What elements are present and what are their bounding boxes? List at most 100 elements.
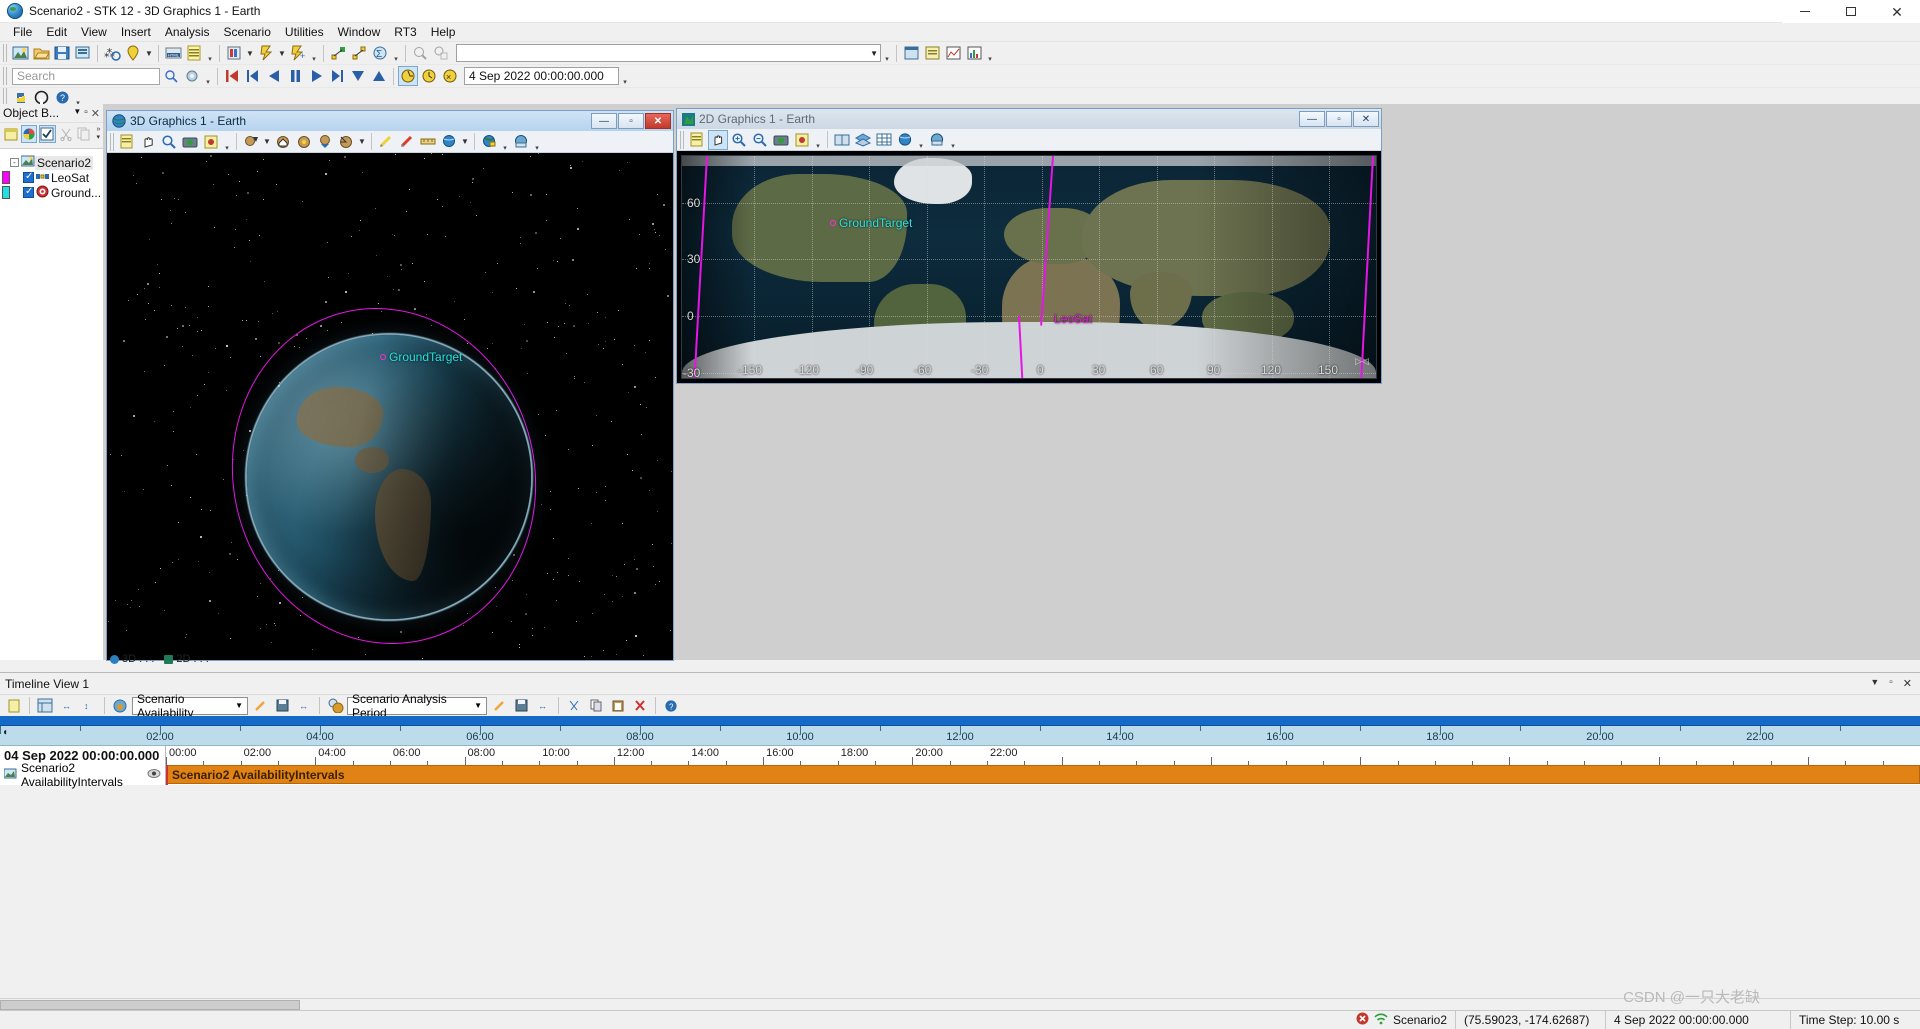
reset-view-icon[interactable] [336,132,356,152]
snapshot-icon[interactable] [180,132,200,152]
layers-icon[interactable] [853,130,873,150]
tree-item-groundtarget[interactable]: Ground... [0,185,103,200]
pen-yellow-icon[interactable] [376,132,396,152]
edit-pencil-icon[interactable] [250,696,270,716]
reset-icon[interactable] [222,66,242,86]
analysis-period-icon[interactable] [325,696,345,716]
record-icon[interactable] [201,132,221,152]
fit-icon[interactable]: ↔ [57,696,77,716]
zoom-out-icon[interactable] [750,130,770,150]
insert-object-icon[interactable]: ⁂ [102,43,122,63]
eye-icon[interactable] [147,768,161,782]
search-icon[interactable] [161,66,181,86]
groundtarget-marker-2d[interactable]: GroundTarget [830,216,912,230]
save-icon[interactable] [52,43,72,63]
measure-icon[interactable] [418,132,438,152]
globe-icon[interactable] [895,130,915,150]
toolbar-overflow-icon[interactable]: ▾ [309,43,319,63]
pan-icon[interactable] [708,129,728,150]
zoom-in-icon[interactable] [729,130,749,150]
tab-2d-graphics[interactable]: 2D . . . [164,653,209,665]
insert-place-icon[interactable] [123,43,143,63]
toolbar-grip[interactable] [680,130,686,149]
window-2d-close[interactable]: ✕ [1353,111,1379,127]
vector-yellow-icon[interactable] [349,43,369,63]
toolbar-overflow-icon[interactable]: ▾ [205,43,215,63]
down-view-icon[interactable] [315,132,335,152]
timeline-ruler-top[interactable]: ◖ 02:00 04:00 06:00 08:00 10:00 12:00 14:00 16:… [0,726,1920,746]
timeline-row-label-cell[interactable]: Scenario2 AvailabilityIntervals [0,761,166,789]
delete-icon[interactable] [630,696,650,716]
tree-item-scenario[interactable]: - Scenario2 [0,155,103,170]
timeline-start-handle-icon[interactable]: ◖ [2,727,8,738]
vector-green-icon[interactable] [328,43,348,63]
window-3d-title-bar[interactable]: 3D Graphics 1 - Earth — ▫ ✕ [107,111,673,131]
visibility-checkbox-groundtarget[interactable] [23,186,34,198]
toolbar-overflow-icon[interactable]: ▾ [500,132,510,152]
float-window-icon[interactable]: ▫ [1889,677,1893,690]
report-icon[interactable] [184,43,204,63]
search-input[interactable]: Search [12,67,160,85]
chevron-down-icon[interactable]: ▼ [474,701,482,710]
menu-scenario[interactable]: Scenario [217,23,278,41]
view-from-icon[interactable] [241,132,261,152]
chevron-down-icon[interactable]: ▼ [235,701,243,710]
scenario-window-icon[interactable] [901,43,921,63]
availability-icon[interactable] [110,696,130,716]
lightning-icon[interactable] [256,43,276,63]
timeline-ruler-bottom[interactable]: 00:00 02:00 04:00 06:00 08:00 10:00 12:00 14:00… [166,746,1920,765]
color-swatch-leosat[interactable] [2,171,10,184]
object-properties-icon[interactable] [224,43,244,63]
sigma-icon[interactable]: Σ [370,43,390,63]
toolbar-overflow-icon[interactable]: ▾ [203,66,213,86]
record-icon[interactable] [792,130,812,150]
groundtarget-marker-3d[interactable]: GroundTarget [380,350,462,364]
minimize-button[interactable] [1782,0,1828,23]
zoom-icon[interactable] [410,43,430,63]
menu-insert[interactable]: Insert [114,23,158,41]
toolbar-overflow-icon[interactable]: ▾ [532,132,542,152]
window-3d-maximize[interactable]: ▫ [618,113,644,129]
properties-icon[interactable] [4,696,24,716]
zoom-box-icon[interactable] [431,43,451,63]
menu-rt3[interactable]: RT3 [387,23,423,41]
graph-window-icon[interactable] [943,43,963,63]
toolbar-overflow-icon[interactable]: ▾ [813,130,823,150]
grid-icon[interactable] [874,130,894,150]
insert-place-dropdown-icon[interactable]: ▼ [144,43,154,63]
timeline-track[interactable]: Scenario2 AvailabilityIntervals [166,765,1920,785]
pan-icon[interactable] [138,132,158,152]
fit-icon[interactable]: ↔ [294,696,314,716]
chart-window-icon[interactable] [964,43,984,63]
pause-icon[interactable] [285,66,305,86]
menu-edit[interactable]: Edit [39,23,74,41]
current-time-field[interactable]: 4 Sep 2022 00:00:00.000 [464,67,619,85]
window-3d-close[interactable]: ✕ [645,113,671,129]
zoom-icon[interactable] [159,132,179,152]
close-icon[interactable]: ✕ [91,107,100,120]
saved-view-icon[interactable] [294,132,314,152]
timeline-availability-row[interactable]: Scenario2 AvailabilityIntervals Scenario… [0,761,1920,789]
view-from-dropdown-icon[interactable]: ▼ [262,132,272,152]
fit2-icon[interactable]: ↕ [79,696,99,716]
cut-icon[interactable] [58,125,74,143]
error-icon[interactable] [1356,1012,1369,1028]
new-scenario-icon[interactable] [10,43,30,63]
timeline-cursor[interactable] [166,765,168,785]
object-selector-combo[interactable]: ▼ [456,44,881,62]
color-wheel-icon[interactable] [21,124,38,143]
faster-icon[interactable] [369,66,389,86]
paste-icon[interactable] [608,696,628,716]
toolbar-grip[interactable] [3,67,9,85]
availability-combo[interactable]: Scenario Availability ▼ [132,692,248,720]
availability-interval-bar[interactable]: Scenario2 AvailabilityIntervals [166,765,1920,784]
fit-icon[interactable]: ↔ [533,696,553,716]
help-icon[interactable]: ? [661,696,681,716]
tree-item-leosat[interactable]: LeoSat [0,170,103,185]
chevron-down-icon[interactable]: ▼ [1870,677,1879,690]
leosat-marker-2d[interactable]: LeoSat [1054,312,1092,326]
window-3d-minimize[interactable]: — [591,113,617,129]
float-window-icon[interactable]: ▫ [84,107,88,120]
report-html-icon[interactable]: HTML [163,43,183,63]
view-3d-canvas[interactable]: GroundTarget [107,153,673,660]
